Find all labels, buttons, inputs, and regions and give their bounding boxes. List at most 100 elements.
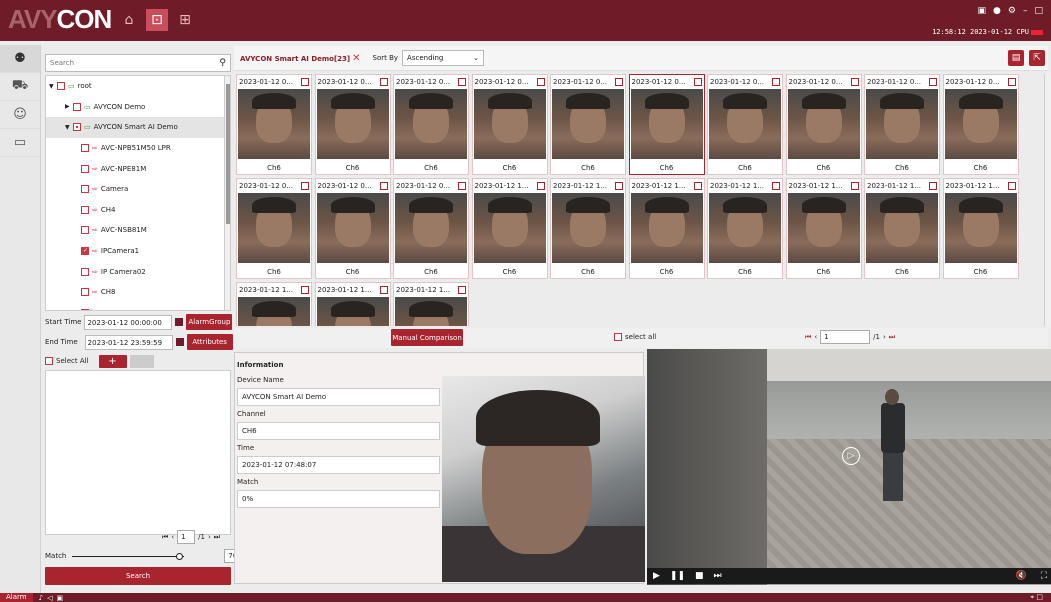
snapshot-checkbox[interactable] [693, 77, 702, 86]
snapshot-card[interactable]: 2023-01-12 1... Ch6 [864, 178, 940, 279]
face-thumbnail[interactable] [630, 89, 703, 159]
face-thumbnail[interactable] [473, 193, 546, 263]
snapshot-checkbox[interactable] [693, 181, 702, 190]
snapshot-card[interactable]: 2023-01-12 1... Ch6 [550, 178, 626, 279]
person-search-icon[interactable]: ⚉ [0, 45, 40, 73]
prev-page-icon[interactable]: ‹ [814, 333, 817, 341]
calendar-icon[interactable] [175, 318, 184, 326]
tree-checkbox[interactable] [81, 247, 89, 256]
tree-checkbox[interactable] [81, 185, 89, 194]
first-page-icon[interactable]: ⏮ [162, 533, 168, 542]
snapshot-card[interactable]: 2023-01-12 1... [314, 282, 391, 326]
delete-button[interactable] [129, 354, 154, 368]
alarm-tab[interactable]: Alarm [0, 593, 33, 602]
monitor-icon[interactable]: ▣ [978, 6, 987, 16]
tree-node[interactable]: ⇨ IP Camera02 [46, 261, 230, 282]
select-all-results-checkbox[interactable] [614, 333, 622, 341]
pause-icon[interactable]: ❚❚ [670, 571, 685, 581]
fullscreen-icon[interactable]: ⛶ [1041, 571, 1047, 581]
expand-down-icon[interactable]: ▼ [65, 124, 73, 131]
snapshot-checkbox[interactable] [301, 181, 309, 190]
face-thumbnail[interactable] [395, 89, 467, 159]
snapshot-checkbox[interactable] [1007, 181, 1016, 190]
mute-icon[interactable]: 🔇 [1015, 571, 1026, 581]
tree-node[interactable]: ▶ ▭ AVYCON Demo [46, 97, 230, 118]
tree-node[interactable]: ⇨ CH4 [46, 200, 230, 221]
minimize-icon[interactable]: – [1023, 6, 1028, 16]
tree-node[interactable]: ⇨ Camera [46, 179, 230, 200]
snapshot-checkbox[interactable] [850, 181, 859, 190]
last-page-icon[interactable]: ⏭ [214, 533, 220, 542]
mute-alarm-icon[interactable]: ◁ [47, 594, 52, 602]
next-page-icon[interactable]: › [208, 533, 211, 541]
search-icon[interactable]: ⚲ [219, 58, 226, 68]
snapshot-card[interactable]: 2023-01-12 0... Ch6 [785, 74, 862, 175]
lpr-icon[interactable]: ▭ [0, 129, 40, 157]
prev-page-icon[interactable]: ‹ [171, 533, 174, 541]
face-thumbnail[interactable] [395, 297, 467, 326]
snapshot-checkbox[interactable] [929, 77, 937, 86]
export-icon[interactable]: ⇱ [1029, 50, 1045, 66]
calendar-icon[interactable] [175, 338, 184, 346]
tree-node[interactable]: ▼ ▭ AVYCON Smart AI Demo [46, 117, 230, 138]
tree-checkbox[interactable] [81, 226, 89, 235]
snapshot-card[interactable]: 2023-01-12 0... Ch6 [236, 74, 312, 175]
close-tab-icon[interactable]: ✕ [352, 53, 360, 64]
snapshot-checkbox[interactable] [458, 77, 466, 86]
screen-icon[interactable]: ▣ [56, 594, 63, 602]
tree-node[interactable]: ⇨ CH8 [46, 282, 230, 303]
first-page-icon[interactable]: ⏮ [805, 333, 811, 342]
snapshot-checkbox[interactable] [379, 77, 388, 86]
user-icon[interactable]: ● [993, 6, 1001, 16]
tree-checkbox[interactable] [73, 123, 81, 132]
snapshot-checkbox[interactable] [379, 285, 388, 294]
tree-checkbox[interactable] [81, 164, 89, 173]
face-thumbnail[interactable] [552, 193, 624, 263]
tree-node[interactable]: ⇨ AVC-NPB51M50 LPR [46, 138, 230, 159]
snapshot-card[interactable]: 2023-01-12 1... Ch6 [785, 178, 862, 279]
tree-checkbox[interactable] [57, 82, 65, 91]
snapshot-checkbox[interactable] [772, 77, 780, 86]
snapshot-checkbox[interactable] [301, 285, 309, 294]
search-box[interactable]: ⚲ [45, 54, 231, 72]
tree-checkbox[interactable] [81, 205, 89, 214]
snapshot-card[interactable]: 2023-01-12 0... Ch6 [864, 74, 940, 175]
tree-node[interactable]: ▼ ▭ root [46, 76, 230, 97]
snapshot-checkbox[interactable] [615, 77, 623, 86]
tree-checkbox[interactable] [81, 288, 89, 297]
snapshot-card[interactable]: 2023-01-12 0... Ch6 [314, 74, 391, 175]
tree-node[interactable]: ⇨ AVC-NSB81M [46, 220, 230, 241]
snapshot-card[interactable]: 2023-01-12 1... Ch6 [942, 178, 1019, 279]
snapshot-checkbox[interactable] [615, 181, 623, 190]
snapshot-card[interactable]: 2023-01-12 0... Ch6 [236, 178, 312, 279]
tree-node[interactable]: ⇨IPCamera1 [46, 241, 230, 262]
step-forward-icon[interactable]: ⏭ [714, 571, 722, 581]
face-thumbnail[interactable] [316, 297, 389, 326]
search-button[interactable]: Search [45, 567, 231, 585]
face-thumbnail[interactable] [866, 193, 938, 263]
expand-down-icon[interactable]: ▼ [49, 83, 57, 90]
face-icon[interactable]: ☺ [0, 101, 40, 129]
face-thumbnail[interactable] [238, 297, 310, 326]
manual-comparison-button[interactable]: Manual Comparison [391, 329, 463, 346]
start-time-field[interactable]: 2023-01-12 00:00:00 [84, 314, 173, 330]
tree-scrollbar[interactable] [224, 76, 230, 310]
face-thumbnail[interactable] [787, 193, 860, 263]
snapshot-checkbox[interactable] [458, 285, 466, 294]
snapshot-checkbox[interactable] [929, 181, 937, 190]
pin-icon[interactable]: ⌖ □ [1030, 593, 1043, 602]
face-thumbnail[interactable] [630, 193, 703, 263]
add-button[interactable]: + [98, 354, 127, 368]
face-search-icon[interactable]: ⊡ [146, 9, 168, 31]
snapshot-card[interactable]: 2023-01-12 1... Ch6 [707, 178, 783, 279]
last-page-icon[interactable]: ⏭ [889, 333, 895, 342]
page-input[interactable]: 1 [177, 530, 196, 544]
snapshot-card[interactable]: 2023-01-12 0... Ch6 [707, 74, 783, 175]
save-icon[interactable]: ▤ [1008, 50, 1024, 66]
tree-node[interactable]: ⇨ AVC-NPE81M [46, 158, 230, 179]
snapshot-checkbox[interactable] [536, 181, 545, 190]
face-thumbnail[interactable] [238, 89, 310, 159]
next-page-icon[interactable]: › [883, 333, 886, 341]
snapshot-card[interactable]: 2023-01-12 0... Ch6 [550, 74, 626, 175]
face-thumbnail[interactable] [944, 193, 1017, 263]
